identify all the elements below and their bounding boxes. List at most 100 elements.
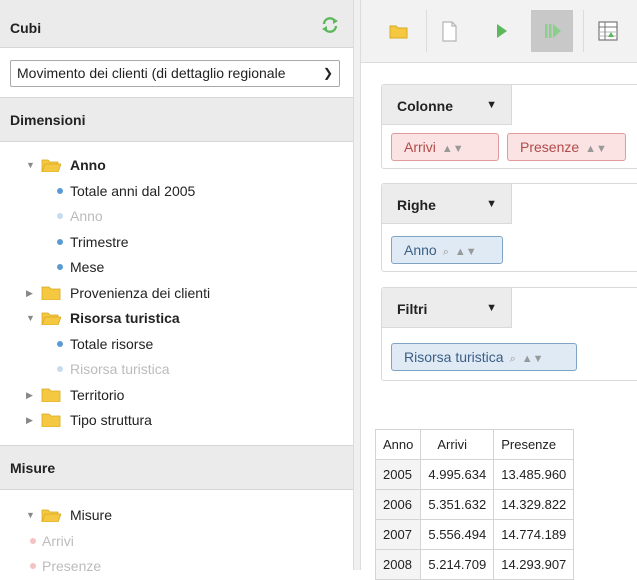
folder-open-icon bbox=[41, 159, 61, 172]
pill-label: Anno bbox=[404, 242, 437, 258]
tree-node[interactable]: Totale anni dal 2005 bbox=[0, 180, 340, 202]
cube-select[interactable]: Movimento dei clienti (di dettaglio regi… bbox=[10, 60, 340, 87]
folder-open-icon bbox=[41, 509, 61, 522]
columns-zone-title[interactable]: Colonne ▼ bbox=[382, 85, 512, 125]
tree-node[interactable]: Presenze bbox=[0, 555, 340, 577]
tree-node[interactable]: ▶ Provenienza dei clienti bbox=[0, 282, 340, 304]
folder-icon bbox=[41, 388, 61, 402]
tree-node[interactable]: Trimestre bbox=[0, 231, 340, 253]
run-icon[interactable] bbox=[486, 16, 516, 46]
cell-arrivi: 4.995.634 bbox=[420, 459, 495, 490]
tree-node[interactable]: ▶ Territorio bbox=[0, 384, 340, 406]
expand-down-icon[interactable]: ▼ bbox=[26, 307, 35, 329]
tree-node-label: Totale risorse bbox=[70, 335, 154, 352]
bullet-icon bbox=[57, 187, 63, 194]
run-auto-icon bbox=[545, 24, 561, 38]
cell-arrivi: 5.214.709 bbox=[420, 549, 495, 580]
col-header-arrivi[interactable]: Arrivi bbox=[420, 429, 495, 460]
caret-down-icon[interactable]: ▼ bbox=[486, 183, 497, 225]
cell-presenze: 13.485.960 bbox=[493, 459, 575, 490]
filters-label: Filtri bbox=[397, 301, 428, 317]
folder-icon bbox=[41, 413, 61, 427]
tree-node[interactable]: ▶ Tipo struttura bbox=[0, 409, 340, 431]
sort-icon[interactable]: ▲▼ bbox=[585, 143, 607, 155]
caret-down-icon[interactable]: ▼ bbox=[486, 287, 497, 329]
cell-arrivi: 5.351.632 bbox=[420, 489, 495, 520]
col-header-anno[interactable]: Anno bbox=[374, 429, 422, 460]
sort-icon[interactable]: ▲▼ bbox=[522, 353, 544, 365]
columns-label: Colonne bbox=[397, 98, 453, 114]
open-folder-icon[interactable] bbox=[383, 16, 413, 46]
expand-down-icon[interactable]: ▼ bbox=[26, 504, 35, 526]
cell-year: 2005 bbox=[374, 459, 422, 490]
filters-zone-title[interactable]: Filtri ▼ bbox=[382, 288, 512, 328]
cell-presenze: 14.329.822 bbox=[493, 489, 575, 520]
tree-node[interactable]: Mese bbox=[0, 256, 340, 278]
result-table: Anno Arrivi Presenze 2005 4.995.634 13.4… bbox=[374, 429, 575, 580]
expand-right-icon[interactable]: ▶ bbox=[26, 409, 33, 431]
cubi-header: Cubi bbox=[0, 0, 353, 48]
cell-presenze: 14.293.907 bbox=[493, 549, 575, 580]
row-pill-anno[interactable]: Anno ⌕ ▲▼ bbox=[391, 236, 503, 264]
search-icon[interactable]: ⌕ bbox=[443, 246, 449, 258]
tree-node[interactable]: Arrivi bbox=[0, 530, 340, 552]
caret-down-icon[interactable]: ▼ bbox=[486, 84, 497, 126]
tree-node-label: Trimestre bbox=[70, 233, 129, 250]
bullet-icon bbox=[30, 563, 36, 569]
table-header-row: Anno Arrivi Presenze bbox=[374, 429, 575, 460]
column-pill-arrivi[interactable]: Arrivi ▲▼ bbox=[391, 133, 499, 161]
bullet-icon bbox=[57, 264, 63, 270]
bullet-icon bbox=[57, 340, 63, 347]
tree-node-label: Misure bbox=[70, 507, 113, 523]
toolbar bbox=[361, 0, 637, 63]
cubi-title: Cubi bbox=[10, 20, 42, 36]
rows-label: Righe bbox=[397, 197, 436, 213]
refresh-icon[interactable] bbox=[321, 16, 339, 34]
rows-dropzone[interactable]: Righe ▼ Anno ⌕ ▲▼ bbox=[381, 183, 637, 272]
col-header-presenze[interactable]: Presenze bbox=[493, 429, 575, 460]
cube-select-value: Movimento dei clienti (di dettaglio regi… bbox=[17, 65, 286, 81]
tree-node[interactable]: Anno bbox=[0, 205, 340, 227]
pill-label: Arrivi bbox=[404, 139, 436, 155]
new-document-icon[interactable] bbox=[434, 16, 464, 46]
tree-node[interactable]: ▼ Misure bbox=[0, 504, 340, 526]
tree-node-label: Provenienza dei clienti bbox=[70, 284, 211, 301]
sort-icon[interactable]: ▲▼ bbox=[455, 246, 477, 258]
table-view-icon[interactable] bbox=[593, 16, 623, 46]
misure-header: Misure bbox=[0, 445, 353, 490]
cell-year: 2006 bbox=[374, 489, 422, 520]
pill-label: Presenze bbox=[520, 139, 580, 155]
column-pill-presenze[interactable]: Presenze ▲▼ bbox=[507, 133, 626, 161]
tree-node-label: Totale anni dal 2005 bbox=[70, 182, 196, 199]
tree-node-label: Anno bbox=[70, 208, 103, 224]
tree-node[interactable]: ▼ Anno bbox=[0, 154, 340, 176]
expand-right-icon[interactable]: ▶ bbox=[26, 282, 33, 304]
run-auto-button[interactable] bbox=[531, 10, 573, 52]
sort-icon[interactable]: ▲▼ bbox=[442, 143, 464, 155]
panel-splitter[interactable] bbox=[353, 0, 361, 570]
folder-open-icon bbox=[41, 312, 61, 325]
tree-node-label: Territorio bbox=[70, 386, 125, 403]
chevron-down-icon: ❯ bbox=[322, 66, 333, 80]
expand-right-icon[interactable]: ▶ bbox=[26, 384, 33, 406]
filters-dropzone[interactable]: Filtri ▼ Risorsa turistica ⌕ ▲▼ bbox=[381, 287, 637, 381]
filter-pill-risorsa-turistica[interactable]: Risorsa turistica ⌕ ▲▼ bbox=[391, 343, 577, 371]
misure-title: Misure bbox=[10, 460, 56, 476]
cell-arrivi: 5.556.494 bbox=[420, 519, 495, 550]
folder-icon bbox=[41, 286, 61, 300]
tree-node-label: Presenze bbox=[42, 558, 102, 574]
bullet-icon bbox=[57, 213, 63, 219]
table-row: 2005 4.995.634 13.485.960 bbox=[374, 459, 575, 490]
tree-node[interactable]: ▼ Risorsa turistica bbox=[0, 307, 340, 329]
rows-zone-title[interactable]: Righe ▼ bbox=[382, 184, 512, 224]
expand-down-icon[interactable]: ▼ bbox=[26, 154, 35, 176]
columns-dropzone[interactable]: Colonne ▼ Arrivi ▲▼ Presenze ▲▼ bbox=[381, 84, 637, 169]
dimensioni-title: Dimensioni bbox=[10, 112, 86, 128]
tree-node-label: Mese bbox=[70, 259, 105, 275]
bullet-icon bbox=[57, 238, 63, 245]
pill-label: Risorsa turistica bbox=[404, 349, 504, 365]
search-icon[interactable]: ⌕ bbox=[510, 353, 516, 365]
tree-node[interactable]: Totale risorse bbox=[0, 333, 340, 355]
left-panel: Cubi Movimento dei clienti (di dettaglio… bbox=[0, 0, 353, 574]
tree-node[interactable]: Risorsa turistica bbox=[0, 358, 340, 380]
